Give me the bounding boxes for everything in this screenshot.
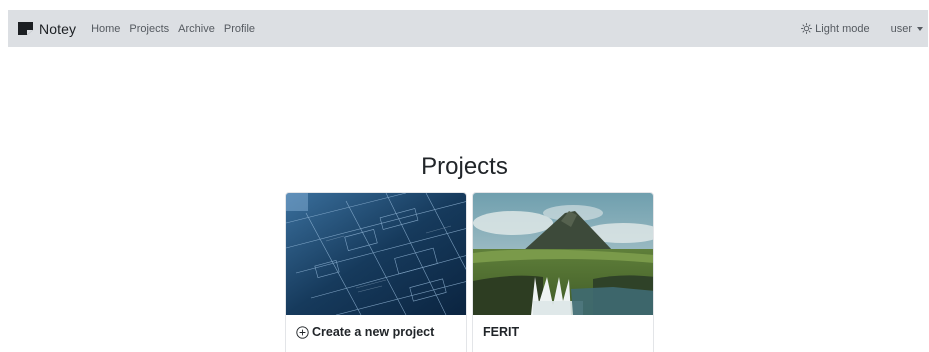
theme-toggle[interactable]: Light mode: [801, 22, 870, 35]
mountain-waterfall-image: [473, 193, 653, 315]
user-menu-dropdown[interactable]: user: [891, 23, 923, 35]
create-project-label-row: Create a new project: [296, 325, 434, 339]
create-project-label: Create a new project: [312, 325, 435, 339]
project-ferit-name: FERIT: [483, 325, 520, 339]
page-title: Projects: [421, 153, 508, 180]
brand-link[interactable]: Notey: [17, 21, 76, 37]
nav-link-projects[interactable]: Projects: [129, 23, 169, 35]
blueprint-image: [286, 193, 466, 315]
user-menu-label: user: [890, 22, 912, 35]
project-card-ferit[interactable]: FERIT: [472, 192, 654, 352]
nav-links: Home Projects Archive Profile: [91, 23, 264, 35]
nav-link-home[interactable]: Home: [91, 23, 120, 35]
notey-logo-icon: [17, 21, 34, 36]
brand-name: Notey: [39, 20, 77, 37]
create-project-card[interactable]: Create a new project: [285, 192, 467, 352]
plus-circle-icon: [296, 325, 309, 339]
theme-toggle-label: Light mode: [815, 22, 870, 35]
project-ferit-label-row: FERIT: [483, 325, 519, 339]
sun-icon: [801, 23, 813, 34]
caret-down-icon: [917, 26, 923, 31]
nav-link-archive[interactable]: Archive: [178, 23, 215, 35]
navbar: Notey Home Projects Archive Profile Ligh…: [8, 10, 928, 47]
page: Notey Home Projects Archive Profile Ligh…: [0, 0, 929, 352]
nav-link-profile[interactable]: Profile: [224, 23, 255, 35]
nav-right: Light mode user: [801, 23, 923, 35]
